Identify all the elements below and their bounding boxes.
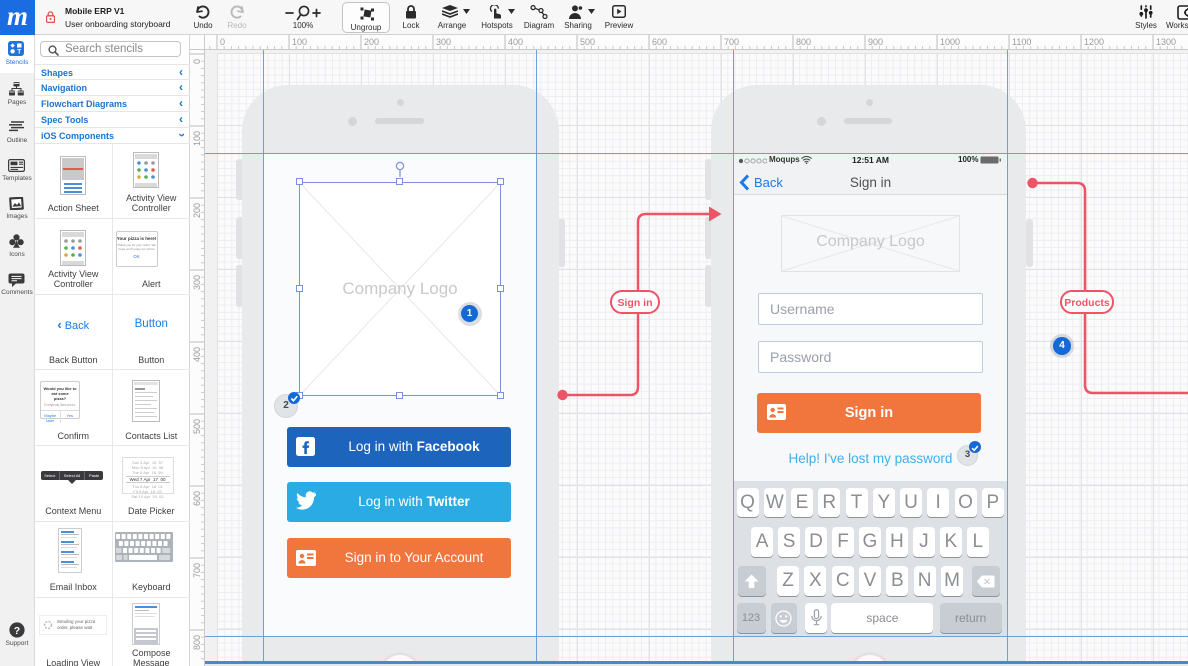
svg-text:Sign in: Sign in bbox=[618, 297, 653, 309]
svg-text:1100: 1100 bbox=[1012, 37, 1031, 47]
svg-text:800: 800 bbox=[192, 635, 202, 650]
svg-text:700: 700 bbox=[192, 563, 202, 578]
svg-text:200: 200 bbox=[192, 203, 202, 218]
svg-text:500: 500 bbox=[192, 419, 202, 434]
svg-text:0: 0 bbox=[192, 59, 202, 64]
svg-text:900: 900 bbox=[868, 37, 883, 47]
svg-text:1000: 1000 bbox=[940, 37, 960, 47]
svg-text:700: 700 bbox=[724, 37, 739, 47]
svg-text:T: T bbox=[17, 49, 21, 56]
svg-text:100: 100 bbox=[192, 131, 202, 146]
svg-text:500: 500 bbox=[580, 37, 595, 47]
svg-text:200: 200 bbox=[364, 37, 379, 47]
svg-text:100: 100 bbox=[292, 37, 307, 47]
svg-text:800: 800 bbox=[796, 37, 811, 47]
svg-text:600: 600 bbox=[192, 491, 202, 506]
svg-text:1200: 1200 bbox=[1084, 37, 1104, 47]
svg-text:300: 300 bbox=[436, 37, 451, 47]
svg-text:Products: Products bbox=[1064, 297, 1110, 309]
svg-text:0: 0 bbox=[220, 37, 225, 47]
svg-text:400: 400 bbox=[508, 37, 523, 47]
svg-text:?: ? bbox=[14, 625, 20, 637]
svg-text:1300: 1300 bbox=[1156, 37, 1176, 47]
svg-text:600: 600 bbox=[652, 37, 667, 47]
svg-text:300: 300 bbox=[192, 275, 202, 290]
svg-text:400: 400 bbox=[192, 347, 202, 362]
